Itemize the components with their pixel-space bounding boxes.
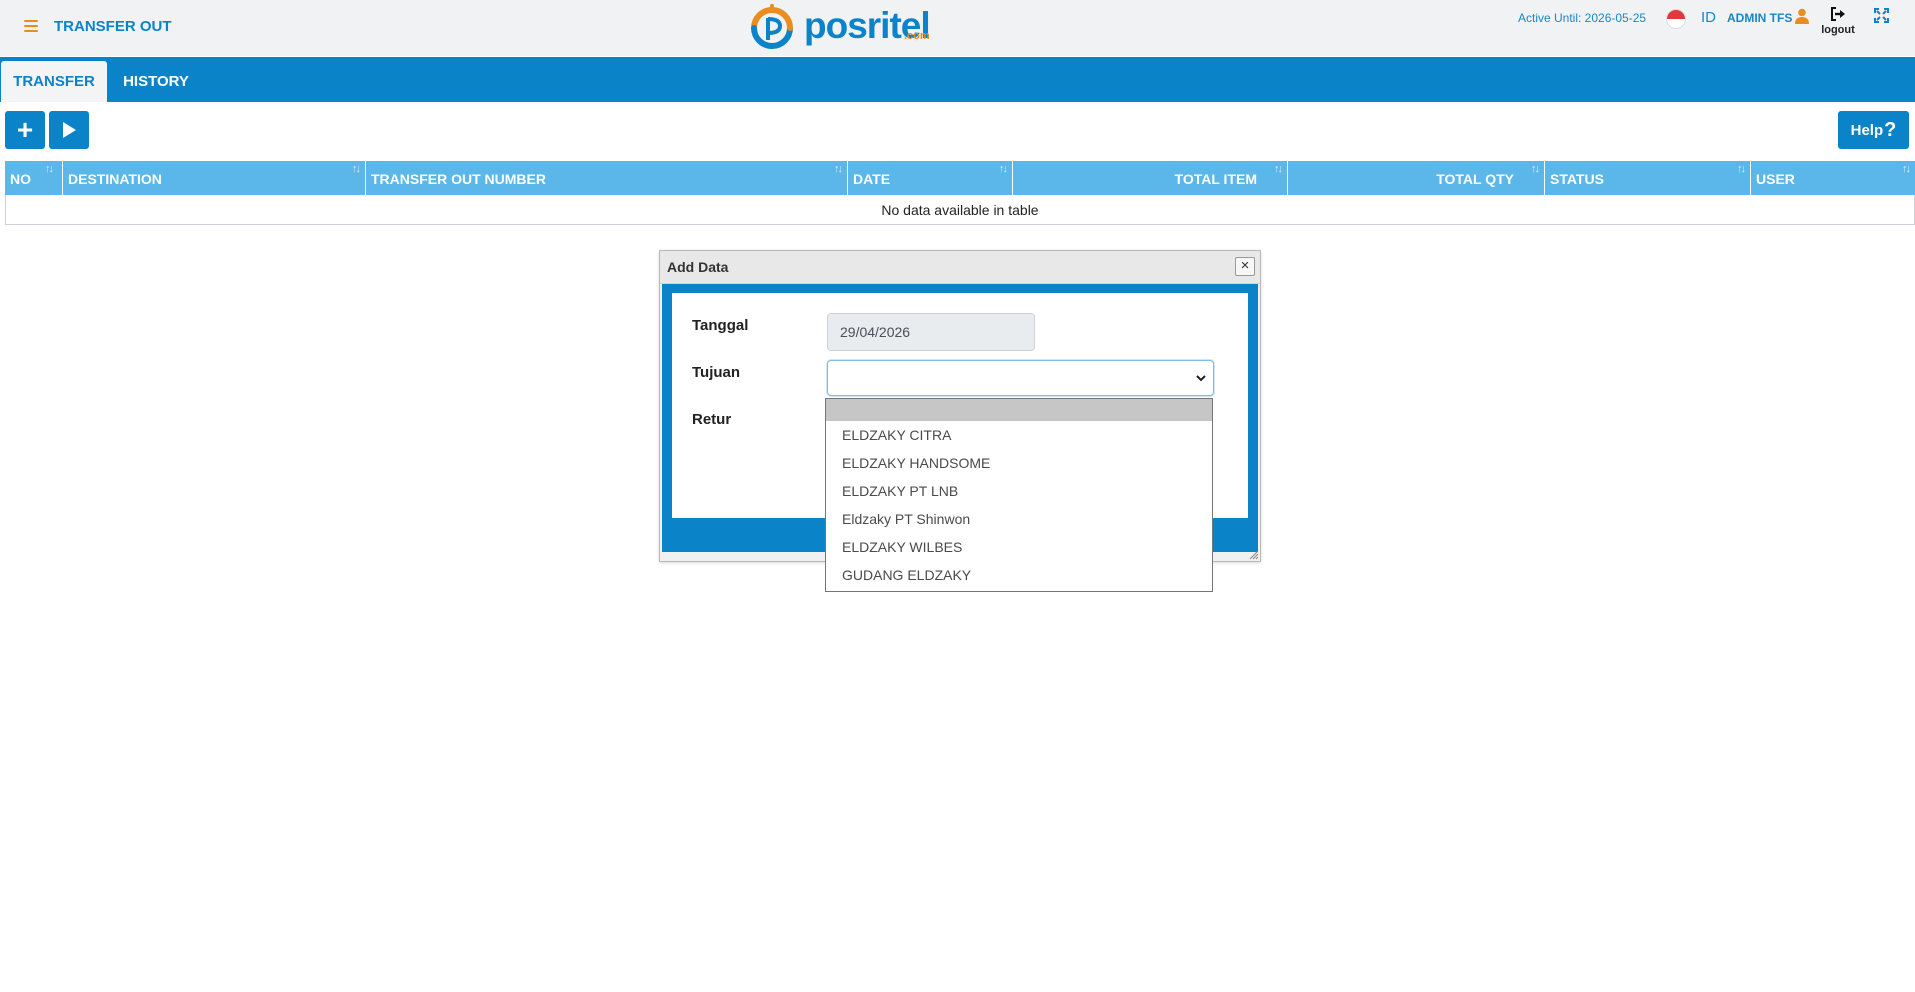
tab-history[interactable]: HISTORY (111, 61, 201, 102)
brand-logo: posritel .com (744, 2, 940, 54)
logout-button[interactable]: logout (1818, 7, 1858, 36)
play-icon (63, 122, 76, 138)
column-header-destination[interactable]: DESTINATION ↑↓ (63, 161, 366, 195)
sort-icon: ↑↓ (1274, 163, 1283, 175)
close-button[interactable]: × (1235, 257, 1255, 276)
sort-icon: ↑↓ (999, 163, 1008, 175)
sort-icon: ↑↓ (834, 163, 843, 175)
transfer-table: NO ↑↓ DESTINATION ↑↓ TRANSFER OUT NUMBER ↑↓… (5, 161, 1915, 225)
help-label: Help (1850, 121, 1884, 139)
active-until-text: Active Until: 2026-05-25 (1518, 11, 1647, 25)
user-icon[interactable] (1794, 8, 1810, 24)
sort-icon: ↑↓ (1531, 163, 1540, 175)
dropdown-option[interactable]: ELDZAKY CITRA (826, 421, 1212, 449)
tab-transfer[interactable]: TRANSFER (1, 61, 107, 102)
dropdown-option[interactable]: ELDZAKY WILBES (826, 533, 1212, 561)
column-header-transfer-out-number[interactable]: TRANSFER OUT NUMBER ↑↓ (366, 161, 848, 195)
question-icon: ? (1884, 118, 1897, 141)
sort-asc-icon: ↑↓ (45, 163, 54, 175)
sort-icon: ↑↓ (1902, 163, 1911, 175)
plus-icon: + (16, 114, 34, 145)
play-button[interactable] (49, 111, 89, 149)
tujuan-select[interactable] (827, 360, 1214, 396)
column-header-user[interactable]: USER ↑↓ (1751, 161, 1915, 195)
hamburger-menu-icon[interactable] (24, 20, 38, 32)
table-header: NO ↑↓ DESTINATION ↑↓ TRANSFER OUT NUMBER ↑↓… (5, 161, 1915, 195)
indonesia-flag-icon[interactable] (1666, 9, 1686, 29)
chevron-down-icon (1196, 375, 1206, 382)
column-header-total-item[interactable]: TOTAL ITEM ↑↓ (1013, 161, 1288, 195)
resize-handle-icon[interactable] (1249, 550, 1259, 560)
column-header-total-qty[interactable]: TOTAL QTY ↑↓ (1288, 161, 1545, 195)
column-header-date[interactable]: DATE ↑↓ (848, 161, 1013, 195)
user-name: ADMIN TFS (1727, 11, 1793, 25)
column-header-no[interactable]: NO ↑↓ (5, 161, 63, 195)
close-icon: × (1240, 257, 1250, 274)
add-button[interactable]: + (5, 111, 45, 149)
dialog-title: Add Data (667, 259, 729, 275)
retur-label: Retur (692, 411, 732, 428)
brand-suffix: .com (904, 30, 930, 42)
tujuan-label: Tujuan (692, 364, 741, 381)
page-title: TRANSFER OUT (54, 18, 172, 35)
top-bar: TRANSFER OUT posritel .com Active Until:… (0, 0, 1915, 56)
column-header-status[interactable]: STATUS ↑↓ (1545, 161, 1751, 195)
dropdown-option[interactable] (826, 399, 1212, 421)
logout-label: logout (1821, 24, 1855, 36)
tab-bar: TRANSFER HISTORY (0, 57, 1915, 102)
table-empty-row: No data available in table (5, 195, 1915, 225)
tujuan-dropdown-list: ELDZAKY CITRA ELDZAKY HANDSOME ELDZAKY P… (825, 398, 1213, 592)
language-selector[interactable]: ID (1701, 9, 1716, 26)
help-button[interactable]: Help? (1838, 111, 1909, 149)
logo-mark-icon (751, 4, 793, 49)
dropdown-option[interactable]: GUDANG ELDZAKY (826, 561, 1212, 589)
dropdown-option[interactable]: Eldzaky PT Shinwon (826, 505, 1212, 533)
dialog-titlebar[interactable]: Add Data × (660, 251, 1260, 284)
dropdown-option[interactable]: ELDZAKY PT LNB (826, 477, 1212, 505)
dropdown-option[interactable]: ELDZAKY HANDSOME (826, 449, 1212, 477)
tanggal-label: Tanggal (692, 317, 749, 334)
sort-icon: ↑↓ (352, 163, 361, 175)
tanggal-input[interactable]: 29/04/2026 (827, 313, 1035, 351)
sign-out-icon (1831, 7, 1845, 21)
fullscreen-expand-icon[interactable] (1874, 8, 1889, 23)
sort-icon: ↑↓ (1737, 163, 1746, 175)
